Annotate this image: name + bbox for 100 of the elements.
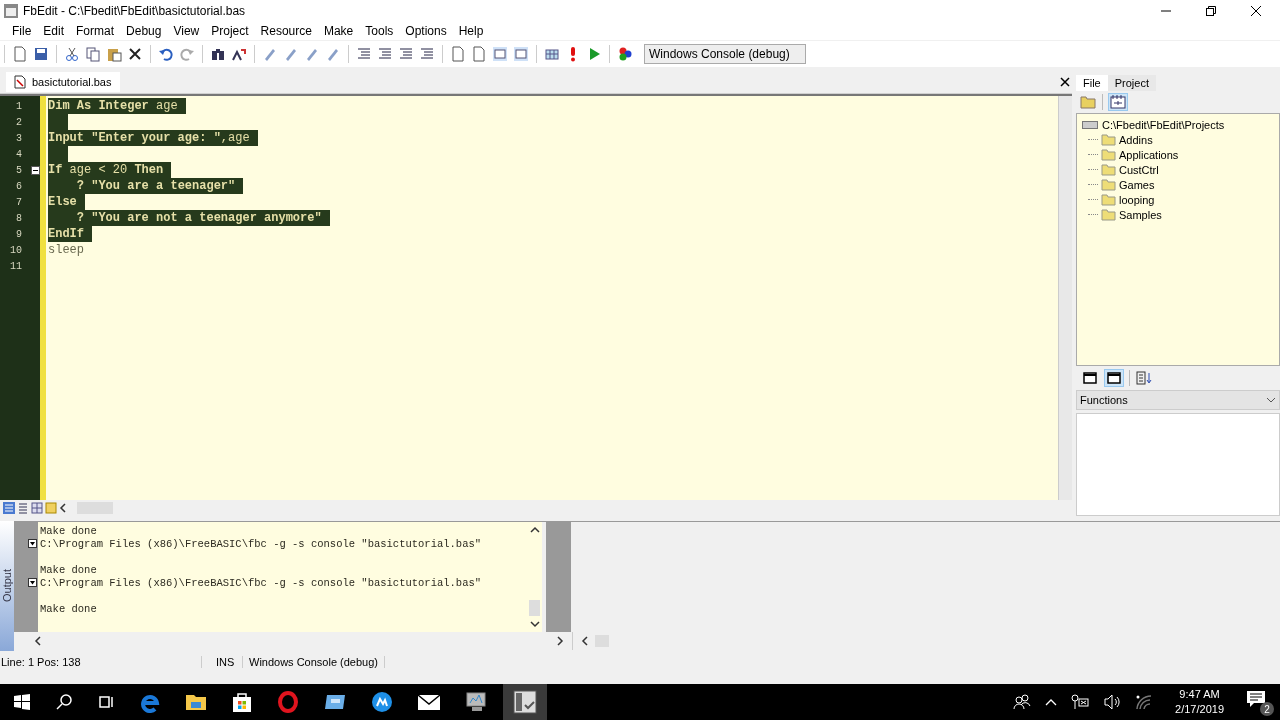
copy-icon[interactable] xyxy=(85,46,101,62)
windows-icon[interactable] xyxy=(13,693,31,711)
scroll-thumb[interactable] xyxy=(529,600,540,616)
folder-icon xyxy=(1101,208,1116,221)
collapse-icon[interactable] xyxy=(31,165,40,175)
menu-item[interactable]: Format xyxy=(71,24,122,38)
search-icon[interactable] xyxy=(55,693,73,711)
panel-tab[interactable]: File xyxy=(1076,75,1108,91)
expand-icon[interactable] xyxy=(28,578,37,587)
close-icon[interactable] xyxy=(127,46,143,62)
menu-item[interactable]: Options xyxy=(400,24,454,38)
pen-icon[interactable] xyxy=(304,46,320,62)
close-icon[interactable] xyxy=(1060,77,1070,87)
dots-icon[interactable] xyxy=(617,46,633,62)
notification-icon[interactable] xyxy=(1246,690,1266,708)
line-number: 11 xyxy=(9,260,22,272)
folder-icon xyxy=(1101,163,1116,176)
notification-badge: 2 xyxy=(1260,702,1274,716)
ring-icon[interactable] xyxy=(277,691,299,713)
window-title: FbEdit - C:\Fbedit\FbEdit\basictutorial.bas xyxy=(23,4,246,18)
menu-item[interactable]: Debug xyxy=(121,24,169,38)
chevron-up-icon[interactable] xyxy=(1045,698,1058,706)
app-icon xyxy=(3,3,19,19)
lines-icon[interactable] xyxy=(419,46,435,62)
menu-item[interactable]: Make xyxy=(318,24,361,38)
line-number: 3 xyxy=(15,132,22,144)
undo-icon[interactable] xyxy=(158,46,174,62)
pen-icon[interactable] xyxy=(283,46,299,62)
menu-item[interactable]: Tools xyxy=(360,24,401,38)
people-icon[interactable] xyxy=(1013,694,1032,710)
tree-item[interactable]: Applications xyxy=(1119,148,1179,161)
shopping-bag-icon[interactable] xyxy=(231,691,253,713)
window-icon[interactable] xyxy=(1105,370,1123,386)
output-tab[interactable]: Output xyxy=(0,521,14,651)
vertical-scrollbar[interactable] xyxy=(1058,96,1072,500)
chevron-icon xyxy=(1266,397,1276,403)
grid-icon[interactable] xyxy=(544,46,560,62)
build-target-dropdown[interactable]: Windows Console (debug) xyxy=(644,44,806,64)
close-icon[interactable] xyxy=(1250,5,1262,17)
code-line: sleep xyxy=(48,242,85,258)
document-tab[interactable]: basictutorial.bas xyxy=(6,72,120,92)
menu-item[interactable]: View xyxy=(168,24,207,38)
window-icon[interactable] xyxy=(1081,370,1099,386)
envelope-icon[interactable] xyxy=(417,693,441,711)
sort-icon[interactable] xyxy=(1136,371,1152,385)
folder-icon xyxy=(1101,133,1116,146)
output-line: C:\Program Files (x86)\FreeBASIC\fbc -g -s console "basictutorial.bas" xyxy=(39,537,482,550)
tree-item[interactable]: looping xyxy=(1119,193,1155,206)
output-line: Make done xyxy=(39,602,97,615)
panel-tab[interactable]: Project xyxy=(1107,75,1156,91)
pen-icon[interactable] xyxy=(325,46,341,62)
network-icon[interactable] xyxy=(1071,694,1090,710)
tree-item[interactable]: Games xyxy=(1119,178,1155,191)
menu-item[interactable]: File xyxy=(7,24,39,38)
clock[interactable]: 9:47 AM 2/17/2019 xyxy=(1175,687,1224,717)
expand-icon[interactable] xyxy=(28,539,37,548)
line-number: 7 xyxy=(15,196,22,208)
outdent-icon[interactable] xyxy=(377,46,393,62)
folder-icon xyxy=(1101,193,1116,206)
screen-icon[interactable] xyxy=(323,692,347,712)
functions-dropdown[interactable]: Functions xyxy=(1076,390,1280,410)
scissors-icon[interactable] xyxy=(64,46,80,62)
speaker-icon[interactable] xyxy=(1103,694,1122,710)
menu-item[interactable]: Resource xyxy=(255,24,319,38)
build-target: Windows Console (debug) xyxy=(242,656,385,668)
line-number: 8 xyxy=(15,212,22,224)
indent-icon[interactable] xyxy=(356,46,372,62)
task-view-icon[interactable] xyxy=(97,693,115,711)
wifi-icon[interactable] xyxy=(1135,694,1154,710)
line-number: 4 xyxy=(15,148,22,160)
folder-icon xyxy=(1101,148,1116,161)
output-line: C:\Program Files (x86)\FreeBASIC\fbc -g -s console "basictutorial.bas" xyxy=(39,576,482,589)
page-icon[interactable] xyxy=(12,46,28,62)
application-icon[interactable] xyxy=(512,690,538,714)
binoculars-icon[interactable] xyxy=(210,46,226,62)
grid-icon[interactable] xyxy=(31,502,43,514)
restore-icon[interactable] xyxy=(1205,5,1217,17)
tree-item[interactable]: Samples xyxy=(1119,208,1162,221)
pen-icon[interactable] xyxy=(262,46,278,62)
lines-icon[interactable] xyxy=(17,502,29,514)
output-line: Make done xyxy=(39,563,97,576)
clipboard-icon[interactable] xyxy=(106,46,122,62)
page-icon[interactable] xyxy=(450,46,466,62)
tree-item[interactable]: C:\Fbedit\FbEdit\Projects xyxy=(1102,118,1225,131)
calendar-icon[interactable] xyxy=(1109,94,1127,110)
line-number: 2 xyxy=(15,116,22,128)
monitor-icon[interactable] xyxy=(465,691,489,713)
menu-item[interactable]: Edit xyxy=(38,24,72,38)
page-icon[interactable] xyxy=(471,46,487,62)
circle-icon[interactable] xyxy=(371,691,393,713)
document-icon xyxy=(14,75,26,89)
line-number: 5 xyxy=(15,164,22,176)
menu-item[interactable]: Help xyxy=(453,24,491,38)
drive-icon xyxy=(1082,120,1098,129)
menu-item[interactable]: Project xyxy=(206,24,256,38)
lines-icon[interactable] xyxy=(398,46,414,62)
line-number: 10 xyxy=(9,244,22,256)
tree-item[interactable]: Addins xyxy=(1119,133,1153,146)
tree-item[interactable]: CustCtrl xyxy=(1119,163,1159,176)
folder-icon[interactable] xyxy=(185,692,207,712)
